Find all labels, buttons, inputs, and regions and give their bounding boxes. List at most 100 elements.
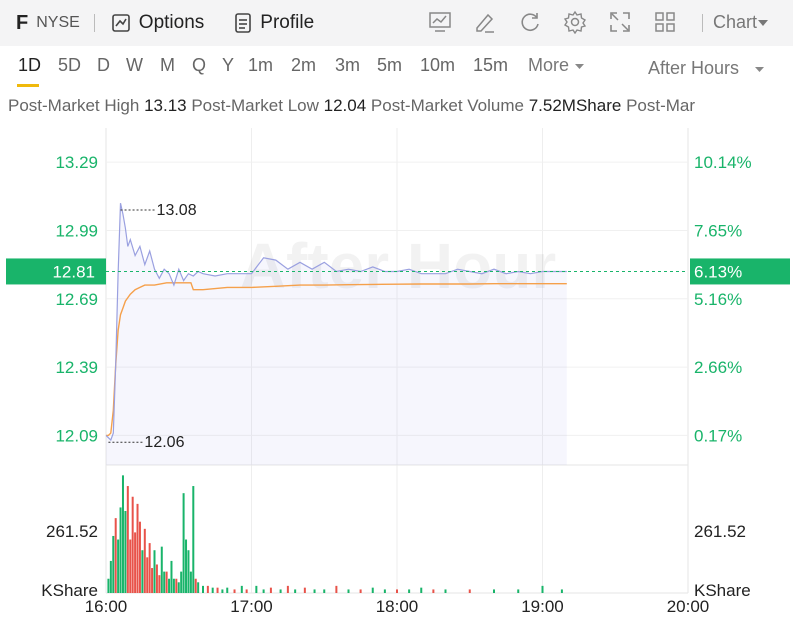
- ticker-symbol: F: [16, 11, 29, 34]
- chart-type-divider: [702, 13, 703, 32]
- volume-bar: [240, 585, 243, 593]
- volume-bar: [245, 589, 248, 593]
- chart-type-dropdown[interactable]: Chart: [702, 12, 769, 33]
- profile-label: Profile: [260, 12, 315, 33]
- volume-bar: [112, 535, 115, 593]
- tab-15m[interactable]: 15m: [473, 55, 508, 76]
- percent-tick: 2.66%: [694, 358, 742, 377]
- volume-bar: [153, 550, 156, 593]
- volume-bar: [187, 550, 190, 593]
- volume-bar: [286, 585, 289, 593]
- volume-bar: [155, 564, 158, 593]
- price-chart[interactable]: After Hour 13.2912.9912.6912.3912.09 10.…: [0, 122, 793, 622]
- current-price-label: 12.81: [52, 262, 95, 281]
- chart-tools: [428, 10, 698, 36]
- draw-pen-icon[interactable]: [473, 10, 499, 36]
- volume-bar: [121, 475, 124, 593]
- current-price-tag-left: 12.81: [6, 258, 106, 285]
- top-toolbar: F NYSE Options Profile Chart: [0, 0, 793, 46]
- toolbar-divider: [93, 14, 95, 32]
- tab-1m[interactable]: 1m: [248, 55, 273, 76]
- volume-bar: [383, 589, 386, 593]
- volume-bar: [185, 539, 188, 593]
- tab-m[interactable]: M: [160, 55, 175, 76]
- volume-bar: [216, 587, 219, 593]
- tab-w[interactable]: W: [126, 55, 143, 76]
- tab-2m[interactable]: 2m: [291, 55, 316, 76]
- refresh-icon[interactable]: [518, 10, 544, 36]
- more-label: More: [528, 55, 570, 75]
- volume-tick-right: 261.52: [694, 522, 746, 541]
- time-tick: 20:00: [667, 597, 710, 616]
- stat-label: Post-Market High: [8, 96, 140, 115]
- layout-grid-icon[interactable]: [653, 10, 679, 36]
- volume-bar: [163, 571, 166, 593]
- options-icon: [111, 14, 130, 32]
- time-tick: 16:00: [85, 597, 128, 616]
- options-button[interactable]: Options: [111, 12, 204, 34]
- volume-bar: [165, 571, 168, 593]
- percent-tick: 7.65%: [694, 221, 742, 240]
- volume-bar: [313, 589, 316, 593]
- chevron-down-icon: [575, 64, 585, 69]
- tab-d[interactable]: D: [97, 55, 110, 76]
- stat-label: Post-Market Low: [191, 96, 319, 115]
- volume-bar: [202, 585, 204, 593]
- more-periods-dropdown[interactable]: More: [528, 55, 585, 76]
- volume-bar: [493, 589, 495, 593]
- volume-bar: [168, 578, 171, 593]
- volume-bar: [136, 503, 139, 593]
- volume-bar: [107, 578, 110, 593]
- volume-bar: [221, 589, 224, 593]
- volume-bar: [396, 589, 398, 593]
- stat-value: 13.13: [144, 96, 187, 115]
- volume-bar: [408, 589, 411, 593]
- volume-bar: [192, 486, 195, 593]
- fullscreen-icon[interactable]: [608, 10, 634, 36]
- volume-bar: [172, 578, 175, 593]
- stat-value: 12.04: [323, 96, 367, 115]
- price-tick: 13.29: [55, 153, 98, 172]
- active-tab-underline: [17, 84, 39, 87]
- volume-bar: [444, 589, 447, 593]
- percent-tick: 10.14%: [694, 153, 752, 172]
- time-axis: 16:00 17:00 18:00 19:00 20:00: [85, 597, 710, 616]
- volume-bar: [420, 587, 423, 593]
- volume-bar: [541, 585, 544, 593]
- volume-bar: [114, 518, 117, 593]
- volume-bar: [119, 507, 122, 593]
- time-tick: 17:00: [230, 597, 273, 616]
- volume-bar: [148, 543, 151, 593]
- profile-button[interactable]: Profile: [234, 12, 314, 34]
- volume-bar: [303, 587, 306, 593]
- percent-tick: 5.16%: [694, 290, 742, 309]
- tab-3m[interactable]: 3m: [335, 55, 360, 76]
- tab-q[interactable]: Q: [192, 55, 206, 76]
- analysis-chart-icon[interactable]: [428, 10, 454, 36]
- volume-bar: [177, 582, 180, 593]
- period-tabs: 1D 5D D W M Q Y 1m 2m 3m 5m 10m 15m More After Hours: [0, 55, 793, 87]
- volume-bar: [517, 589, 520, 593]
- low-annotation-label: 12.06: [144, 434, 184, 451]
- high-annotation-label: 13.08: [157, 202, 197, 219]
- chevron-down-icon: [758, 19, 769, 26]
- tab-10m[interactable]: 10m: [420, 55, 455, 76]
- settings-icon[interactable]: [563, 10, 589, 36]
- volume-bar: [226, 587, 229, 593]
- volume-bar: [160, 546, 163, 593]
- session-label: After Hours: [648, 58, 740, 78]
- volume-bar: [371, 587, 374, 593]
- exchange-label: NYSE: [36, 14, 80, 31]
- high-annotation: 13.08: [120, 202, 197, 219]
- session-dropdown[interactable]: After Hours: [648, 58, 765, 79]
- volume-bar: [117, 539, 120, 593]
- volume-bars: [107, 475, 563, 593]
- volume-bar: [335, 585, 338, 593]
- tab-1d[interactable]: 1D: [18, 55, 41, 76]
- tab-5d[interactable]: 5D: [58, 55, 81, 76]
- tab-y[interactable]: Y: [222, 55, 234, 76]
- volume-bar: [143, 528, 146, 593]
- volume-bar: [182, 493, 185, 593]
- volume-bar: [206, 585, 209, 593]
- tab-5m[interactable]: 5m: [377, 55, 402, 76]
